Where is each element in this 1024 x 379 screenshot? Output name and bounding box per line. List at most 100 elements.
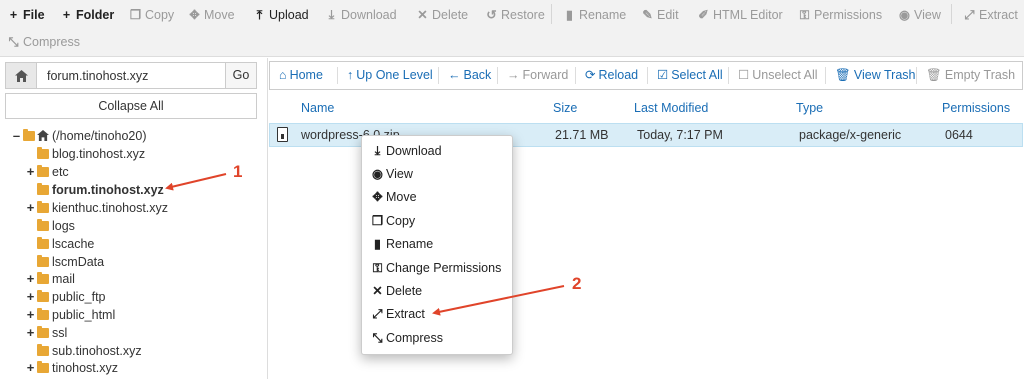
context-menu-rename[interactable]: ▮ Rename [371, 234, 433, 254]
arrow-right-icon: → [507, 68, 520, 82]
context-menu-move[interactable]: ✥ Move [371, 187, 416, 207]
panel-divider [267, 58, 268, 379]
collapse-all-button[interactable]: Collapse All [5, 93, 257, 119]
expand-icon[interactable]: + [26, 324, 35, 342]
upload-icon: ⤒ [256, 8, 263, 22]
file-icon: ▮ [566, 8, 573, 22]
column-header-permissions[interactable]: Permissions [942, 96, 1010, 120]
context-menu-download[interactable]: ⤓ Download [371, 141, 442, 161]
navigation-bar: ⌂ Home ↑ Up One Level ← Back → Forward ⟳ Relo… [269, 61, 1023, 90]
extract-button[interactable]: ⤢ Extract [963, 1, 1017, 29]
folder-icon [37, 255, 49, 267]
compress-icon: ⤡ [8, 35, 19, 49]
move-button[interactable]: ✥ Move [188, 1, 234, 29]
view-trash-button[interactable]: 🗑 View Trash [835, 62, 915, 89]
delete-button[interactable]: ✕ Delete [416, 1, 468, 29]
expand-icon[interactable]: + [26, 288, 35, 306]
upload-button[interactable]: ⤒ Upload [253, 1, 309, 29]
download-icon: ⤓ [374, 144, 381, 158]
move-icon: ✥ [189, 8, 200, 22]
folder-icon [37, 183, 49, 195]
path-bar: Go [5, 62, 257, 89]
view-button[interactable]: ◉ View [898, 1, 941, 29]
collapse-icon[interactable]: – [12, 127, 21, 145]
nav-divider [497, 67, 498, 84]
html-editor-button[interactable]: ✐ HTML Editor [697, 1, 782, 29]
folder-icon [37, 308, 49, 320]
home-directory-button[interactable] [6, 63, 37, 88]
trash-icon: 🗑 [835, 68, 851, 82]
close-icon: ✕ [372, 284, 383, 298]
plus-icon: + [62, 8, 71, 22]
folder-icon [23, 129, 35, 141]
context-menu-view[interactable]: ◉ View [371, 164, 413, 184]
folder-icon [37, 290, 49, 302]
download-icon: ⤓ [328, 8, 335, 22]
up-one-level-button[interactable]: ↑ Up One Level [347, 62, 433, 89]
folder-icon [37, 237, 49, 249]
column-header-last-modified[interactable]: Last Modified [634, 96, 708, 120]
checked-box-icon: ☑ [657, 68, 669, 82]
toolbar-divider [551, 4, 552, 24]
edit-button[interactable]: ✎ Edit [641, 1, 678, 29]
rename-button[interactable]: ▮ Rename [563, 1, 626, 29]
nav-divider [575, 67, 576, 84]
folder-icon [37, 272, 49, 284]
context-menu-change-permissions[interactable]: ⚿ Change Permissions [371, 258, 502, 278]
context-menu-delete[interactable]: ✕ Delete [371, 281, 422, 301]
compress-icon: ⤡ [372, 331, 383, 345]
go-button[interactable]: Go [225, 63, 256, 88]
refresh-icon: ⟳ [585, 68, 596, 82]
zip-file-icon [277, 127, 288, 142]
plus-icon: + [9, 8, 18, 22]
expand-icon[interactable]: + [26, 163, 35, 181]
column-header-name[interactable]: Name [301, 96, 334, 120]
file-icon: ▮ [374, 237, 381, 251]
select-all-button[interactable]: ☑ Select All [657, 62, 723, 89]
nav-divider [916, 67, 917, 84]
annotation-label-2: 2 [572, 274, 582, 293]
new-folder-button[interactable]: + Folder [60, 1, 114, 29]
context-menu-compress[interactable]: ⤡ Compress [371, 328, 442, 348]
home-nav-button[interactable]: ⌂ Home [279, 62, 323, 89]
home-icon [37, 130, 49, 141]
folder-icon [37, 165, 49, 177]
key-icon: ⚿ [372, 261, 383, 275]
copy-button[interactable]: ❐ Copy [129, 1, 174, 29]
copy-icon: ❐ [371, 214, 384, 228]
column-header-type[interactable]: Type [796, 96, 823, 120]
key-icon: ⚿ [799, 8, 810, 22]
back-button[interactable]: ← Back [448, 62, 491, 89]
expand-icon[interactable]: + [26, 359, 35, 377]
expand-icon[interactable]: + [26, 306, 35, 324]
new-file-button[interactable]: + File [7, 1, 45, 29]
folder-icon [37, 147, 49, 159]
forward-button[interactable]: → Forward [507, 62, 568, 89]
permissions-button[interactable]: ⚿ Permissions [798, 1, 882, 29]
folder-icon [37, 219, 49, 231]
folder-icon [37, 326, 49, 338]
expand-icon[interactable]: + [26, 199, 35, 217]
restore-button[interactable]: ↺ Restore [485, 1, 545, 29]
context-menu-extract[interactable]: ⤢ Extract [371, 304, 424, 324]
home-icon: ⌂ [279, 68, 287, 82]
expand-icon: ⤢ [372, 307, 383, 321]
restore-icon: ↺ [486, 8, 497, 22]
path-input[interactable] [37, 63, 225, 88]
reload-button[interactable]: ⟳ Reload [585, 62, 638, 89]
toolbar-divider [951, 4, 952, 24]
file-permissions: 0644 [945, 128, 973, 142]
download-button[interactable]: ⤓ Download [325, 1, 397, 29]
nav-divider [337, 67, 338, 84]
column-header-size[interactable]: Size [553, 96, 577, 120]
compress-button[interactable]: ⤡ Compress [7, 28, 79, 56]
unselect-all-button[interactable]: ☐ Unselect All [738, 62, 818, 89]
context-menu-copy[interactable]: ❐ Copy [371, 211, 415, 231]
edit-square-icon: ✐ [698, 8, 709, 22]
annotation-label-1: 1 [233, 162, 243, 181]
nav-divider [825, 67, 826, 84]
file-size: 21.71 MB [555, 128, 609, 142]
home-icon [14, 69, 28, 82]
empty-trash-button[interactable]: 🗑 Empty Trash [926, 62, 1015, 89]
expand-icon[interactable]: + [26, 270, 35, 288]
